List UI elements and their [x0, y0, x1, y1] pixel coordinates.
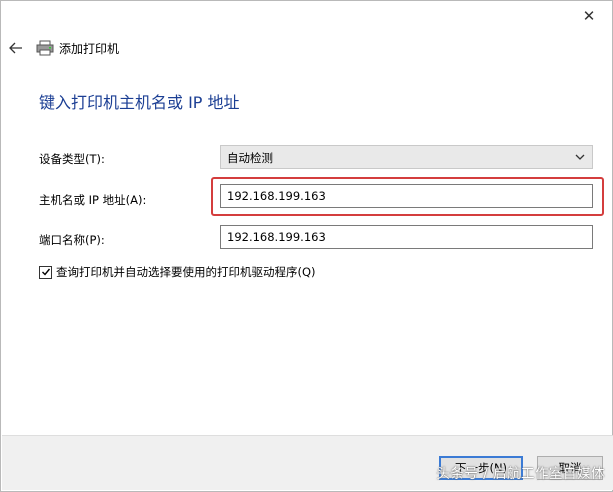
page-heading: 键入打印机主机名或 IP 地址	[39, 93, 240, 112]
device-type-value: 自动检测	[227, 151, 273, 165]
device-type-label: 设备类型(T):	[39, 152, 105, 166]
hostname-input[interactable]	[220, 184, 593, 208]
device-type-select[interactable]: 自动检测	[220, 145, 593, 169]
watermark: 头条号 / 启航工作室自媒体	[436, 466, 605, 482]
back-button[interactable]	[7, 38, 25, 58]
query-driver-label: 查询打印机并自动选择要使用的打印机驱动程序(Q)	[56, 265, 316, 279]
wizard-header: 添加打印机	[1, 34, 612, 62]
checkmark-icon	[41, 268, 50, 276]
wizard-title: 添加打印机	[59, 42, 120, 56]
query-driver-option: 查询打印机并自动选择要使用的打印机驱动程序(Q)	[39, 264, 316, 280]
close-button[interactable]: ✕	[574, 5, 604, 27]
arrow-left-icon	[9, 42, 22, 54]
add-printer-window: ✕ 添加打印机 键入打印机主机名或 IP 地址 设备类型(T): 自动检测 主机…	[0, 0, 613, 492]
port-name-label: 端口名称(P):	[39, 233, 105, 247]
printer-icon	[36, 40, 54, 56]
close-icon: ✕	[582, 7, 596, 25]
wizard-footer: 下一步(N) 取消 头条号 / 启航工作室自媒体	[2, 435, 613, 490]
port-name-input[interactable]	[220, 225, 593, 249]
hostname-label: 主机名或 IP 地址(A):	[39, 193, 147, 207]
query-driver-checkbox[interactable]	[39, 265, 52, 279]
chevron-down-icon	[575, 154, 585, 160]
